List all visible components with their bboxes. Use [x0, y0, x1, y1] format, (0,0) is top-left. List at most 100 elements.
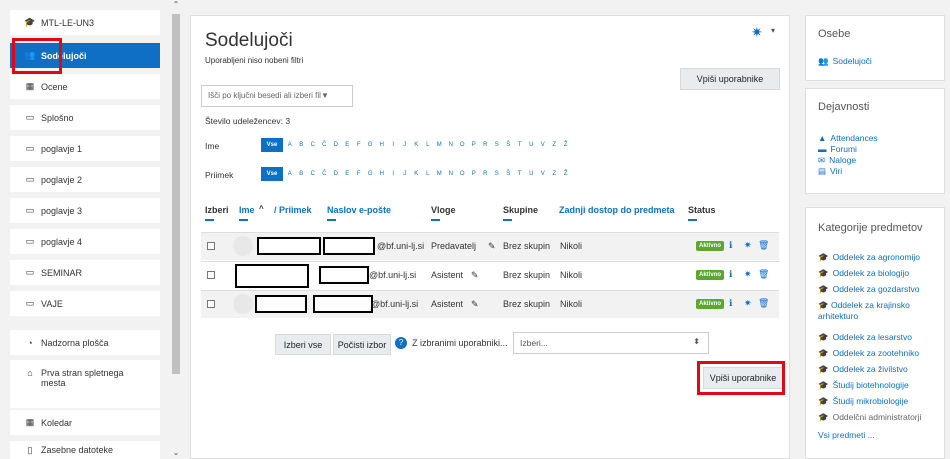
letter[interactable]: E — [342, 138, 352, 152]
trash-icon[interactable]: 🗑 — [758, 240, 769, 251]
nav-chapter-3[interactable]: ▭ poglavje 3 — [10, 198, 160, 223]
info-icon[interactable]: ℹ — [729, 298, 732, 309]
letter[interactable]: Ž — [561, 138, 571, 152]
scroll-down-icon[interactable]: ⌄ — [171, 448, 181, 457]
help-icon[interactable]: ? — [395, 337, 407, 349]
category-link[interactable]: 🎓 Oddelek za živilstvo — [818, 364, 908, 375]
gear-icon[interactable]: ✷ — [744, 269, 752, 280]
nav-grades[interactable]: ▦ Ocene — [10, 74, 160, 99]
chevron-down-icon[interactable]: ▾ — [771, 26, 775, 35]
letter[interactable]: B — [296, 167, 306, 181]
gear-icon[interactable]: ✷ — [751, 24, 763, 41]
category-link[interactable]: 🎓 Oddelek za agronomijo — [818, 252, 920, 263]
letter[interactable]: Z — [549, 167, 559, 181]
scrollbar-thumb[interactable] — [172, 14, 180, 374]
activity-link[interactable]: ▲ Attendances — [818, 133, 878, 143]
letter[interactable]: S — [492, 167, 502, 181]
row-checkbox[interactable] — [207, 271, 215, 279]
letter-all[interactable]: Vse — [261, 167, 283, 181]
letter[interactable]: B — [296, 138, 306, 152]
letter[interactable]: D — [331, 167, 341, 181]
lastname-letter-filter[interactable]: Vse ABCČDEFGHIJKLMNOPRSŠTUVZŽ — [261, 167, 571, 181]
letter[interactable]: O — [457, 138, 467, 152]
letter[interactable]: G — [365, 138, 375, 152]
letter[interactable]: C — [308, 138, 318, 152]
gear-icon[interactable]: ✷ — [744, 240, 752, 251]
letter[interactable]: H — [377, 138, 387, 152]
category-link[interactable]: 🎓 Oddelek za krajinsko arhitekturo — [818, 300, 943, 321]
letter[interactable]: T — [515, 138, 525, 152]
pencil-icon[interactable]: ✎ — [471, 270, 479, 281]
nav-chapter-1[interactable]: ▭ poglavje 1 — [10, 136, 160, 161]
clear-selection-button[interactable]: Počisti izbor — [333, 334, 391, 355]
trash-icon[interactable]: 🗑 — [758, 269, 769, 280]
people-participants-link[interactable]: 👥 Sodelujoči — [818, 56, 872, 67]
nav-chapter-4[interactable]: ▭ poglavje 4 — [10, 229, 160, 254]
letter[interactable]: M — [434, 167, 444, 181]
letter[interactable]: V — [538, 138, 548, 152]
category-link[interactable]: 🎓 Oddelek za lesarstvo — [818, 332, 912, 343]
letter[interactable]: P — [469, 167, 479, 181]
gear-icon[interactable]: ✷ — [744, 298, 752, 309]
letter[interactable]: Š — [503, 167, 513, 181]
select-all-button[interactable]: Izberi vse — [275, 334, 331, 355]
info-icon[interactable]: ℹ — [729, 240, 732, 251]
letter[interactable]: F — [354, 138, 364, 152]
nav-site-home[interactable]: ⌂ Prva stran spletnega mesta — [10, 360, 160, 408]
scroll-up-icon[interactable]: ⌃ — [171, 0, 181, 9]
letter[interactable]: U — [526, 138, 536, 152]
letter[interactable]: Š — [503, 138, 513, 152]
nav-calendar[interactable]: ▦ Koledar — [10, 410, 160, 435]
row-checkbox[interactable] — [207, 300, 215, 308]
col-lastname[interactable]: / Priimek — [274, 205, 312, 215]
category-link[interactable]: 🎓 Oddelek za gozdarstvo — [818, 284, 920, 295]
letter[interactable]: K — [411, 138, 421, 152]
letter[interactable]: R — [480, 167, 490, 181]
enrol-users-button[interactable]: Vpiši uporabnike — [680, 68, 780, 90]
category-link[interactable]: 🎓 Oddelčni administratorji — [818, 412, 921, 423]
nav-chapter-2[interactable]: ▭ poglavje 2 — [10, 167, 160, 192]
bulk-action-select[interactable]: Izberi... ⬍ — [513, 332, 709, 354]
letter[interactable]: Č — [319, 138, 329, 152]
category-link[interactable]: 🎓 Študij mikrobiologije — [818, 396, 908, 407]
letter-all[interactable]: Vse — [261, 138, 283, 152]
col-last-access[interactable]: Zadnji dostop do predmeta — [559, 205, 675, 215]
letter[interactable]: M — [434, 138, 444, 152]
info-icon[interactable]: ℹ — [729, 269, 732, 280]
pencil-icon[interactable]: ✎ — [471, 299, 479, 310]
letter[interactable]: A — [285, 138, 295, 152]
col-firstname[interactable]: Ime — [239, 205, 255, 215]
category-link[interactable]: 🎓 Študij biotehnologije — [818, 380, 909, 391]
letter[interactable]: G — [365, 167, 375, 181]
letter[interactable]: Ž — [561, 167, 571, 181]
pencil-icon[interactable]: ✎ — [488, 241, 496, 252]
col-email[interactable]: Naslov e-pošte — [327, 205, 391, 215]
letter[interactable]: Z — [549, 138, 559, 152]
firstname-letter-filter[interactable]: Vse ABCČDEFGHIJKLMNOPRSŠTUVZŽ — [261, 138, 571, 152]
activity-link[interactable]: ▬ Forumi — [818, 144, 857, 154]
table-row[interactable]: @bf.uni-lj.si Asistent ✎ Brez skupin Nik… — [201, 290, 779, 318]
letter[interactable]: H — [377, 167, 387, 181]
nav-exercises[interactable]: ▭ VAJE — [10, 291, 160, 316]
table-row[interactable]: @bf.uni-lj.si Predavatelj ✎ Brez skupin … — [201, 232, 779, 260]
nav-course[interactable]: 🎓 MTL-LE-UN3 — [10, 10, 160, 35]
letter[interactable]: J — [400, 167, 410, 181]
category-link[interactable]: 🎓 Oddelek za zootehniko — [818, 348, 919, 359]
all-courses-link[interactable]: Vsi predmeti ... — [818, 430, 875, 440]
letter[interactable]: I — [388, 167, 398, 181]
nav-dashboard[interactable]: ◔ Nadzorna plošča — [10, 330, 160, 355]
letter[interactable]: T — [515, 167, 525, 181]
letter[interactable]: K — [411, 167, 421, 181]
letter[interactable]: O — [457, 167, 467, 181]
letter[interactable]: C — [308, 167, 318, 181]
letter[interactable]: S — [492, 138, 502, 152]
letter[interactable]: P — [469, 138, 479, 152]
nav-private-files[interactable]: ▯ Zasebne datoteke — [10, 441, 160, 459]
activity-link[interactable]: ▤ Viri — [818, 166, 842, 177]
letter[interactable]: R — [480, 138, 490, 152]
nav-seminar[interactable]: ▭ SEMINAR — [10, 260, 160, 285]
letter[interactable]: I — [388, 138, 398, 152]
letter[interactable]: N — [446, 138, 456, 152]
letter[interactable]: E — [342, 167, 352, 181]
category-link[interactable]: 🎓 Oddelek za biologijo — [818, 268, 909, 279]
